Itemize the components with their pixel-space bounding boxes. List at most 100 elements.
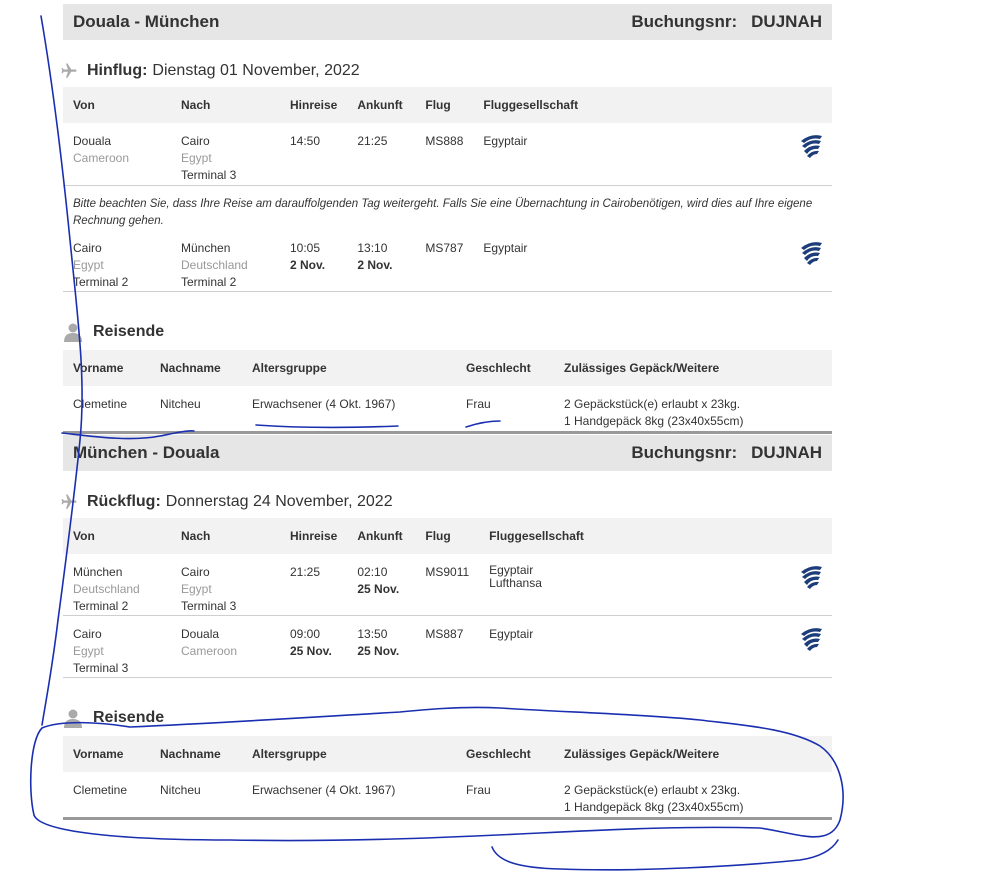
travellers-heading: Reisende bbox=[93, 709, 165, 726]
flight-number: MS787 bbox=[425, 240, 464, 255]
col-vorname: Vorname bbox=[63, 350, 150, 386]
airline-name: Egyptair bbox=[483, 134, 528, 148]
to-terminal: Terminal 3 bbox=[181, 168, 237, 182]
col-von: Von bbox=[63, 517, 171, 554]
col-hinreise: Hinreise bbox=[280, 517, 348, 554]
airline-name-2: Lufthansa bbox=[489, 575, 542, 590]
from-terminal: Terminal 2 bbox=[73, 274, 129, 289]
airline-name: Egyptair bbox=[483, 240, 528, 255]
to-country: Egypt bbox=[181, 151, 212, 165]
return-table: Von Nach Hinreise Ankunft Flug Fluggesel… bbox=[63, 517, 832, 679]
col-altersgruppe: Altersgruppe bbox=[242, 736, 456, 772]
last-name: Nitcheu bbox=[160, 397, 201, 411]
egyptair-logo-icon bbox=[801, 628, 822, 651]
to-city: Cairo bbox=[181, 134, 210, 148]
outbound-header: Douala - München Buchungsnr: DUJNAH bbox=[63, 4, 832, 40]
first-name: Clemetine bbox=[73, 783, 128, 797]
overnight-note: Bitte beachten Sie, dass Ihre Reise am d… bbox=[73, 197, 813, 227]
flight-leg-row: Cairo Egypt Terminal 2 München Deutschla… bbox=[63, 230, 832, 292]
col-flug: Flug bbox=[415, 87, 474, 123]
to-city: Douala bbox=[181, 627, 220, 641]
to-terminal: Terminal 2 bbox=[181, 274, 237, 289]
booking-number: DUJNAH bbox=[751, 12, 822, 31]
outbound-table: Von Nach Hinreise Ankunft Flug Fluggesel… bbox=[63, 87, 832, 292]
gender: Frau bbox=[466, 783, 491, 797]
arrival-time: 21:25 bbox=[357, 134, 388, 148]
to-country: Cameroon bbox=[181, 644, 238, 658]
from-city: Cairo bbox=[73, 627, 102, 641]
outbound-direction-label: Hinflug: bbox=[87, 62, 148, 79]
arrival-date: 2 Nov. bbox=[357, 257, 393, 272]
col-hinreise: Hinreise bbox=[280, 87, 348, 123]
from-terminal: Terminal 2 bbox=[73, 598, 129, 613]
hand-luggage: 1 Handgepäck 8kg (23x40x55cm) bbox=[564, 414, 744, 428]
plane-icon bbox=[59, 493, 85, 511]
egyptair-logo-icon bbox=[801, 565, 822, 589]
from-country: Deutschland bbox=[73, 581, 140, 596]
booking-label: Buchungsnr: bbox=[631, 12, 738, 31]
col-geschlecht: Geschlecht bbox=[456, 736, 554, 772]
arrival-time: 13:50 bbox=[357, 627, 388, 641]
travellers-title: Reisende bbox=[63, 320, 832, 344]
flight-number: MS888 bbox=[425, 134, 464, 148]
col-gepaeck: Zulässiges Gepäck/Weitere bbox=[554, 736, 832, 772]
baggage-allowance: 2 Gepäckstück(e) erlaubt x 23kg. bbox=[564, 783, 741, 797]
departure-date: 2 Nov. bbox=[290, 257, 326, 272]
outbound-booking: Buchungsnr: DUJNAH bbox=[631, 12, 822, 32]
to-city: Cairo bbox=[181, 564, 210, 579]
egyptair-logo-icon bbox=[801, 135, 822, 158]
from-terminal: Terminal 3 bbox=[73, 661, 129, 675]
outbound-title: Hinflug: Dienstag 01 November, 2022 bbox=[59, 60, 832, 82]
col-vorname: Vorname bbox=[63, 736, 150, 772]
traveller-row: Clemetine Nitcheu Erwachsener (4 Okt. 19… bbox=[63, 772, 832, 818]
return-route: München - Douala bbox=[73, 442, 220, 462]
from-country: Egypt bbox=[73, 644, 104, 658]
person-icon bbox=[63, 708, 93, 728]
arrival-time: 13:10 bbox=[357, 240, 388, 255]
hand-luggage: 1 Handgepäck 8kg (23x40x55cm) bbox=[564, 800, 744, 814]
outbound-route: Douala - München bbox=[73, 12, 220, 31]
departure-date: 25 Nov. bbox=[290, 644, 332, 658]
first-name: Clemetine bbox=[73, 397, 128, 411]
from-city: Douala bbox=[73, 134, 112, 148]
travellers-title: Reisende bbox=[63, 706, 832, 730]
return-booking: Buchungsnr: DUJNAH bbox=[631, 443, 822, 463]
booking-label: Buchungsnr: bbox=[631, 442, 738, 462]
arrival-date: 25 Nov. bbox=[357, 644, 400, 658]
arrival-date: 25 Nov. bbox=[357, 581, 400, 596]
flight-leg-row: München Deutschland Terminal 2 Cairo Egy… bbox=[63, 554, 832, 616]
col-von: Von bbox=[63, 87, 171, 123]
return-date: Donnerstag 24 November, 2022 bbox=[165, 492, 393, 510]
col-airline: Fluggesellschaft bbox=[473, 87, 774, 123]
flight-number: MS9011 bbox=[425, 564, 470, 579]
outbound-date: Dienstag 01 November, 2022 bbox=[152, 62, 360, 79]
to-country: Egypt bbox=[181, 581, 212, 596]
col-nach: Nach bbox=[171, 517, 280, 554]
from-city: Cairo bbox=[73, 240, 102, 255]
from-country: Egypt bbox=[73, 257, 104, 272]
return-header: München - Douala Buchungsnr: DUJNAH bbox=[63, 434, 832, 471]
flight-leg-row: Cairo Egypt Terminal 3 Douala Cameroon 0… bbox=[63, 616, 832, 678]
traveller-row: Clemetine Nitcheu Erwachsener (4 Okt. 19… bbox=[63, 386, 832, 432]
annotation-tail bbox=[491, 839, 839, 871]
egyptair-logo-icon bbox=[801, 241, 822, 265]
age-group: Erwachsener (4 Okt. 1967) bbox=[252, 397, 396, 411]
col-gepaeck: Zulässiges Gepäck/Weitere bbox=[554, 350, 832, 386]
from-city: München bbox=[73, 564, 123, 579]
col-nachname: Nachname bbox=[150, 736, 242, 772]
from-country: Cameroon bbox=[73, 151, 130, 165]
to-city: München bbox=[181, 240, 231, 255]
airline-name: Egyptair bbox=[489, 627, 534, 641]
col-airline: Fluggesellschaft bbox=[479, 517, 780, 554]
last-name: Nitcheu bbox=[160, 783, 201, 797]
gender: Frau bbox=[466, 397, 491, 411]
col-ankunft: Ankunft bbox=[347, 87, 416, 123]
return-title: Rückflug: Donnerstag 24 November, 2022 bbox=[59, 491, 832, 513]
travellers-table: Vorname Nachname Altersgruppe Geschlecht… bbox=[63, 736, 832, 820]
note-row: Bitte beachten Sie, dass Ihre Reise am d… bbox=[63, 185, 832, 230]
departure-time: 21:25 bbox=[290, 564, 321, 579]
flight-number: MS887 bbox=[425, 627, 464, 641]
col-flug: Flug bbox=[415, 517, 480, 554]
col-altersgruppe: Altersgruppe bbox=[242, 350, 456, 386]
return-direction-label: Rückflug: bbox=[87, 492, 161, 510]
